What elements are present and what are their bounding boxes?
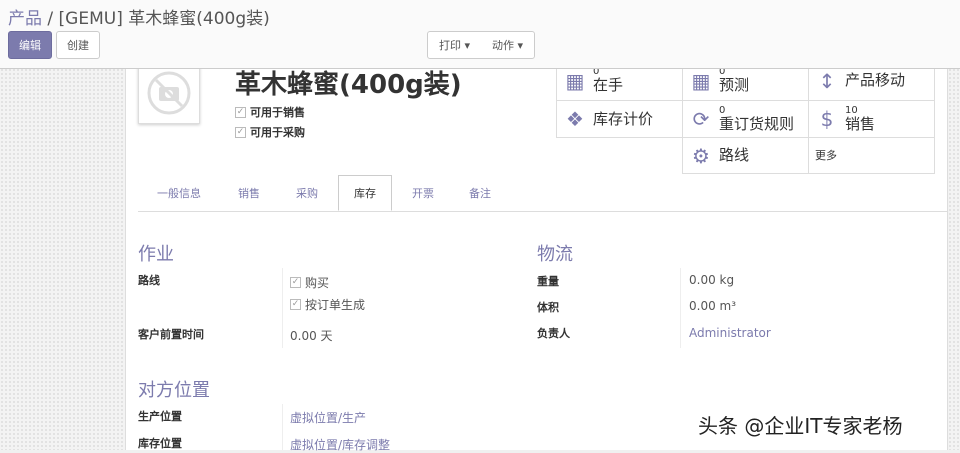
stat-label: 路线	[719, 146, 750, 164]
inventory-location-link[interactable]: 虚拟位置/库存调整	[290, 436, 390, 453]
stat-count: 0	[719, 104, 726, 116]
route-mto-checkbox[interactable]: ✓ 按订单生成	[290, 296, 365, 313]
responsible-label: 负责人	[537, 327, 570, 340]
sale-ok-checkbox[interactable]: ✓ 可用于销售	[235, 104, 305, 120]
routes-label: 路线	[138, 274, 160, 287]
counterpart-heading: 对方位置	[138, 380, 210, 401]
purchase-ok-label: 可用于采购	[250, 126, 305, 139]
stat-label: 销售	[845, 114, 876, 133]
breadcrumb-parent[interactable]: 产品	[8, 9, 42, 29]
tab-divider	[138, 211, 948, 212]
arrows-vertical-icon: ↕	[818, 68, 836, 93]
divider	[680, 268, 681, 348]
stat-label: 预测	[719, 76, 750, 94]
create-button[interactable]: 创建	[56, 31, 100, 59]
stat-button-7[interactable]: 更多	[808, 137, 935, 174]
weight-value[interactable]: 0.00 kg	[689, 273, 734, 287]
divider	[282, 268, 283, 348]
breadcrumb: 产品 / [GEMU] 革木蜂蜜(400g装)	[8, 9, 270, 29]
tab-1[interactable]: 销售	[222, 175, 276, 211]
action-dropdown[interactable]: 动作 ▾	[492, 37, 523, 53]
weight-label: 重量	[537, 275, 559, 288]
volume-label: 体积	[537, 301, 559, 314]
building-icon: ▦	[691, 68, 711, 93]
volume-value[interactable]: 0.00 m³	[689, 299, 736, 313]
product-image[interactable]	[138, 62, 200, 124]
lead-time-value[interactable]: 0.00 天	[290, 327, 333, 344]
production-location-label: 生产位置	[138, 410, 182, 423]
checkbox-icon: ✓	[235, 126, 246, 138]
route-buy-label: 购买	[305, 276, 330, 290]
dollar-icon: $	[820, 107, 834, 131]
tab-5[interactable]: 备注	[452, 175, 508, 211]
stat-label: 在手	[593, 76, 624, 94]
cubes-icon: ❖	[566, 107, 584, 131]
responsible-link[interactable]: Administrator	[689, 326, 771, 340]
stat-button-6[interactable]: ⚙ 路线	[682, 137, 809, 174]
tab-4[interactable]: 开票	[396, 175, 450, 211]
watermark: 头条 @企业IT专家老杨	[698, 414, 903, 438]
sidebar-buttons: 打印 ▾ 动作 ▾	[427, 31, 535, 59]
route-mto-label: 按订单生成	[305, 298, 366, 312]
breadcrumb-current: [GEMU] 革木蜂蜜(400g装)	[58, 9, 270, 29]
stat-label: 库存计价	[593, 109, 654, 128]
stat-button-5[interactable]: $10 销售	[808, 100, 935, 138]
checkbox-icon: ✓	[290, 277, 301, 288]
stat-label: 重订货规则	[719, 114, 795, 133]
print-dropdown[interactable]: 打印 ▾	[439, 37, 470, 53]
cogs-icon: ⚙	[692, 143, 710, 168]
stat-label: 更多	[815, 149, 837, 162]
stat-label: 产品移动	[845, 71, 906, 89]
stat-button-4[interactable]: ⟳ 0 重订货规则	[682, 100, 809, 138]
control-panel: 产品 / [GEMU] 革木蜂蜜(400g装) 编辑 创建 打印 ▾ 动作 ▾	[0, 0, 960, 69]
checkbox-icon: ✓	[235, 106, 246, 118]
building-icon: ▦	[565, 68, 585, 93]
caret-down-icon: ▾	[517, 39, 524, 52]
stat-button-3[interactable]: ❖ 库存计价	[556, 100, 683, 138]
product-name[interactable]: 革木蜂蜜(400g装)	[235, 64, 462, 101]
tab-0[interactable]: 一般信息	[140, 175, 218, 211]
action-label: 动作	[491, 39, 514, 52]
tab-3[interactable]: 库存	[338, 175, 392, 211]
route-buy-checkbox[interactable]: ✓ 购买	[290, 274, 329, 291]
refresh-icon: ⟳	[692, 107, 710, 131]
no-camera-icon	[147, 71, 191, 115]
divider	[282, 404, 283, 450]
print-label: 打印	[438, 39, 461, 52]
tab-2[interactable]: 采购	[280, 175, 334, 211]
checkbox-icon: ✓	[290, 299, 301, 310]
operations-heading: 作业	[138, 244, 174, 265]
lead-time-label: 客户前置时间	[138, 328, 204, 341]
production-location-link[interactable]: 虚拟位置/生产	[290, 409, 366, 426]
inventory-location-label: 库存位置	[138, 437, 182, 450]
logistics-heading: 物流	[537, 244, 573, 265]
sale-ok-label: 可用于销售	[250, 106, 305, 119]
caret-down-icon: ▾	[464, 39, 471, 52]
purchase-ok-checkbox[interactable]: ✓ 可用于采购	[235, 124, 305, 140]
stat-count: 10	[845, 104, 858, 116]
edit-button[interactable]: 编辑	[8, 31, 52, 59]
